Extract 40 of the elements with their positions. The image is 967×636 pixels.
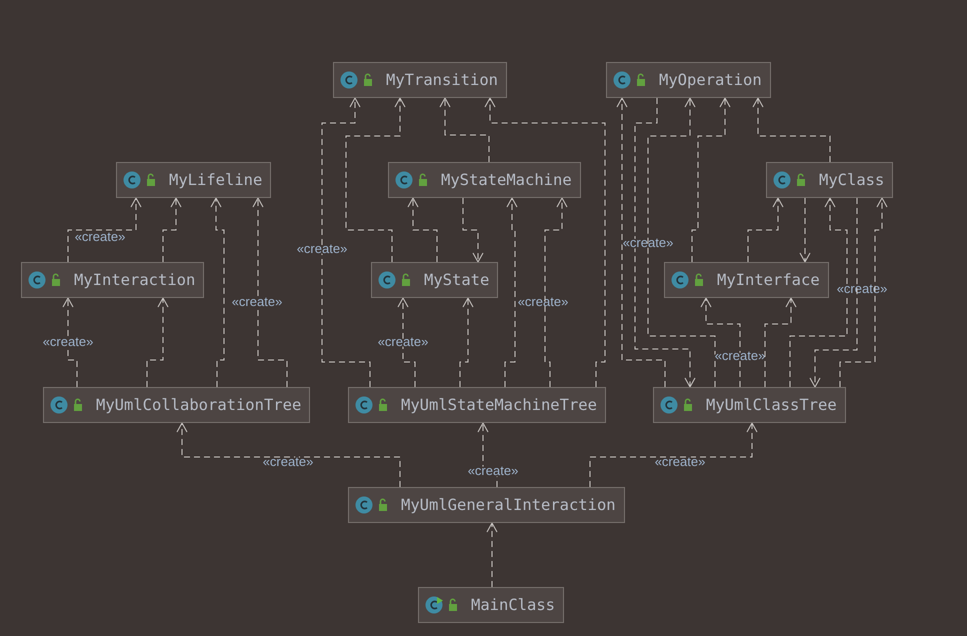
- stereotype-label: «create»: [262, 454, 314, 469]
- class-icon: [340, 71, 374, 89]
- stereotype-label: «create»: [654, 454, 706, 469]
- class-icon: [355, 496, 389, 514]
- class-name: MyStateMachine: [441, 171, 572, 189]
- stereotype-label: «create»: [378, 334, 428, 349]
- class-icon: [773, 171, 807, 189]
- stereotype-label: «create»: [518, 294, 568, 309]
- class-name: MyUmlClassTree: [706, 396, 837, 414]
- dependency-arrow: [748, 196, 784, 262]
- class-name: MyInterface: [717, 271, 820, 289]
- class-icon: [123, 171, 157, 189]
- class-name: MyUmlGeneralInteraction: [401, 496, 616, 514]
- class-icon: [660, 396, 694, 414]
- class-name: MainClass: [471, 596, 555, 614]
- dependency-arrow: [486, 522, 498, 588]
- dependency-arrow: [408, 196, 438, 262]
- stereotype-label: «create»: [296, 241, 348, 256]
- class-name: MyOperation: [659, 71, 762, 89]
- class-name: MyUmlStateMachineTree: [401, 396, 597, 414]
- class-icon: [355, 396, 389, 414]
- class-name: MyState: [424, 271, 490, 289]
- class-icon: [671, 271, 705, 289]
- stereotype-label: «create»: [622, 235, 674, 250]
- stereotype-label: «create»: [42, 334, 94, 349]
- stereotype-label: «create»: [232, 294, 282, 309]
- stereotype-label: «create»: [74, 229, 126, 244]
- class-icon: [50, 396, 84, 414]
- class-icon: [613, 71, 647, 89]
- dependency-arrow: [162, 196, 182, 262]
- stereotype-label: «create»: [714, 348, 766, 363]
- class-name: MyClass: [819, 171, 884, 189]
- class-name: MyLifeline: [169, 171, 262, 189]
- class-icon: [28, 271, 62, 289]
- class-icon: [395, 171, 429, 189]
- class-icon: [378, 271, 412, 289]
- class-name: MyTransition: [386, 71, 498, 89]
- class-name: MyInteraction: [74, 271, 196, 289]
- class-name: MyUmlCollaborationTree: [96, 396, 302, 414]
- runnable-class-icon: [425, 596, 459, 614]
